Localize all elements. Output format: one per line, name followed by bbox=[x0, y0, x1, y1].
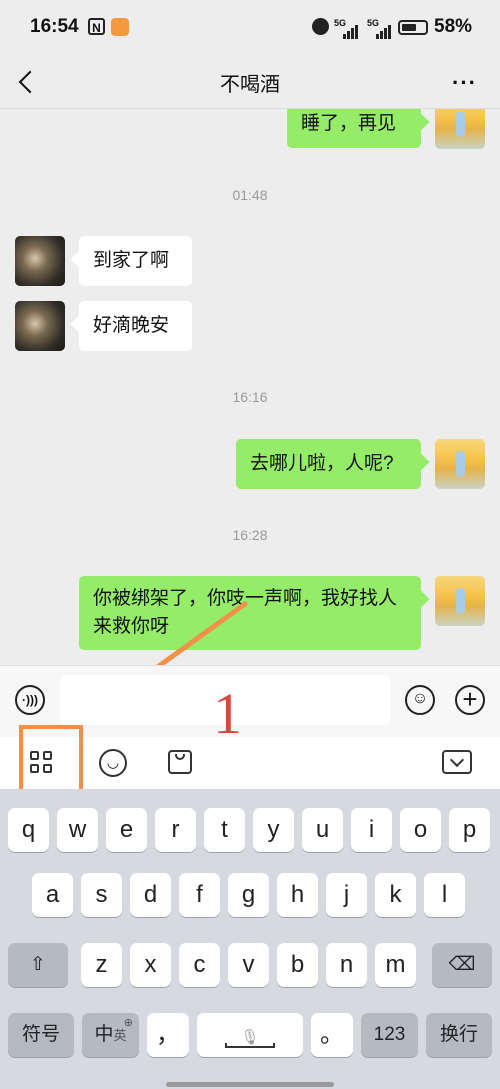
numbers-key[interactable]: 123 bbox=[361, 1013, 418, 1057]
annotation-highlight-box bbox=[19, 725, 83, 793]
key-h[interactable]: h bbox=[277, 873, 318, 917]
key-l[interactable]: l bbox=[424, 873, 465, 917]
home-indicator[interactable] bbox=[166, 1082, 334, 1087]
key-u[interactable]: u bbox=[302, 808, 343, 852]
plus-icon[interactable]: + bbox=[455, 685, 485, 715]
key-o[interactable]: o bbox=[400, 808, 441, 852]
key-a[interactable]: a bbox=[32, 873, 73, 917]
key-f[interactable]: f bbox=[179, 873, 220, 917]
language-main-label: 中 bbox=[94, 1024, 114, 1045]
key-m[interactable]: m bbox=[375, 943, 416, 987]
period-key[interactable]: 。 bbox=[311, 1013, 353, 1057]
key-e[interactable]: e bbox=[106, 808, 147, 852]
key-x[interactable]: x bbox=[130, 943, 171, 987]
key-c[interactable]: c bbox=[179, 943, 220, 987]
key-b[interactable]: b bbox=[277, 943, 318, 987]
key-j[interactable]: j bbox=[326, 873, 367, 917]
emoji-icon[interactable]: ◡ bbox=[99, 749, 127, 777]
key-v[interactable]: v bbox=[228, 943, 269, 987]
key-s[interactable]: s bbox=[81, 873, 122, 917]
key-y[interactable]: y bbox=[253, 808, 294, 852]
shift-key-icon[interactable]: ⇧ bbox=[8, 943, 68, 987]
bag-icon[interactable] bbox=[168, 750, 192, 774]
key-i[interactable]: i bbox=[351, 808, 392, 852]
key-k[interactable]: k bbox=[375, 873, 416, 917]
key-g[interactable]: g bbox=[228, 873, 269, 917]
key-q[interactable]: q bbox=[8, 808, 49, 852]
key-z[interactable]: z bbox=[81, 943, 122, 987]
space-key[interactable]: 🎙 bbox=[197, 1013, 303, 1057]
key-n[interactable]: n bbox=[326, 943, 367, 987]
key-r[interactable]: r bbox=[155, 808, 196, 852]
key-d[interactable]: d bbox=[130, 873, 171, 917]
delete-key-icon[interactable]: ⌫ bbox=[432, 943, 492, 987]
symbols-key[interactable]: 符号 bbox=[8, 1013, 74, 1057]
comma-key[interactable]: ， bbox=[147, 1013, 189, 1057]
space-bar-icon bbox=[225, 1043, 275, 1048]
collapse-keyboard-icon[interactable] bbox=[442, 750, 472, 774]
emoji-button-icon[interactable]: ☺ bbox=[405, 685, 435, 715]
language-switch-key[interactable]: 中英 ⊕ bbox=[82, 1013, 139, 1057]
key-p[interactable]: p bbox=[449, 808, 490, 852]
keyboard: q w e r t y u i o p a s d f g h j k l ⇧ … bbox=[0, 789, 500, 1089]
key-t[interactable]: t bbox=[204, 808, 245, 852]
key-w[interactable]: w bbox=[57, 808, 98, 852]
newline-key[interactable]: 换行 bbox=[426, 1013, 492, 1057]
globe-icon: ⊕ bbox=[123, 1017, 133, 1029]
voice-input-icon[interactable]: ·))) bbox=[15, 685, 45, 715]
